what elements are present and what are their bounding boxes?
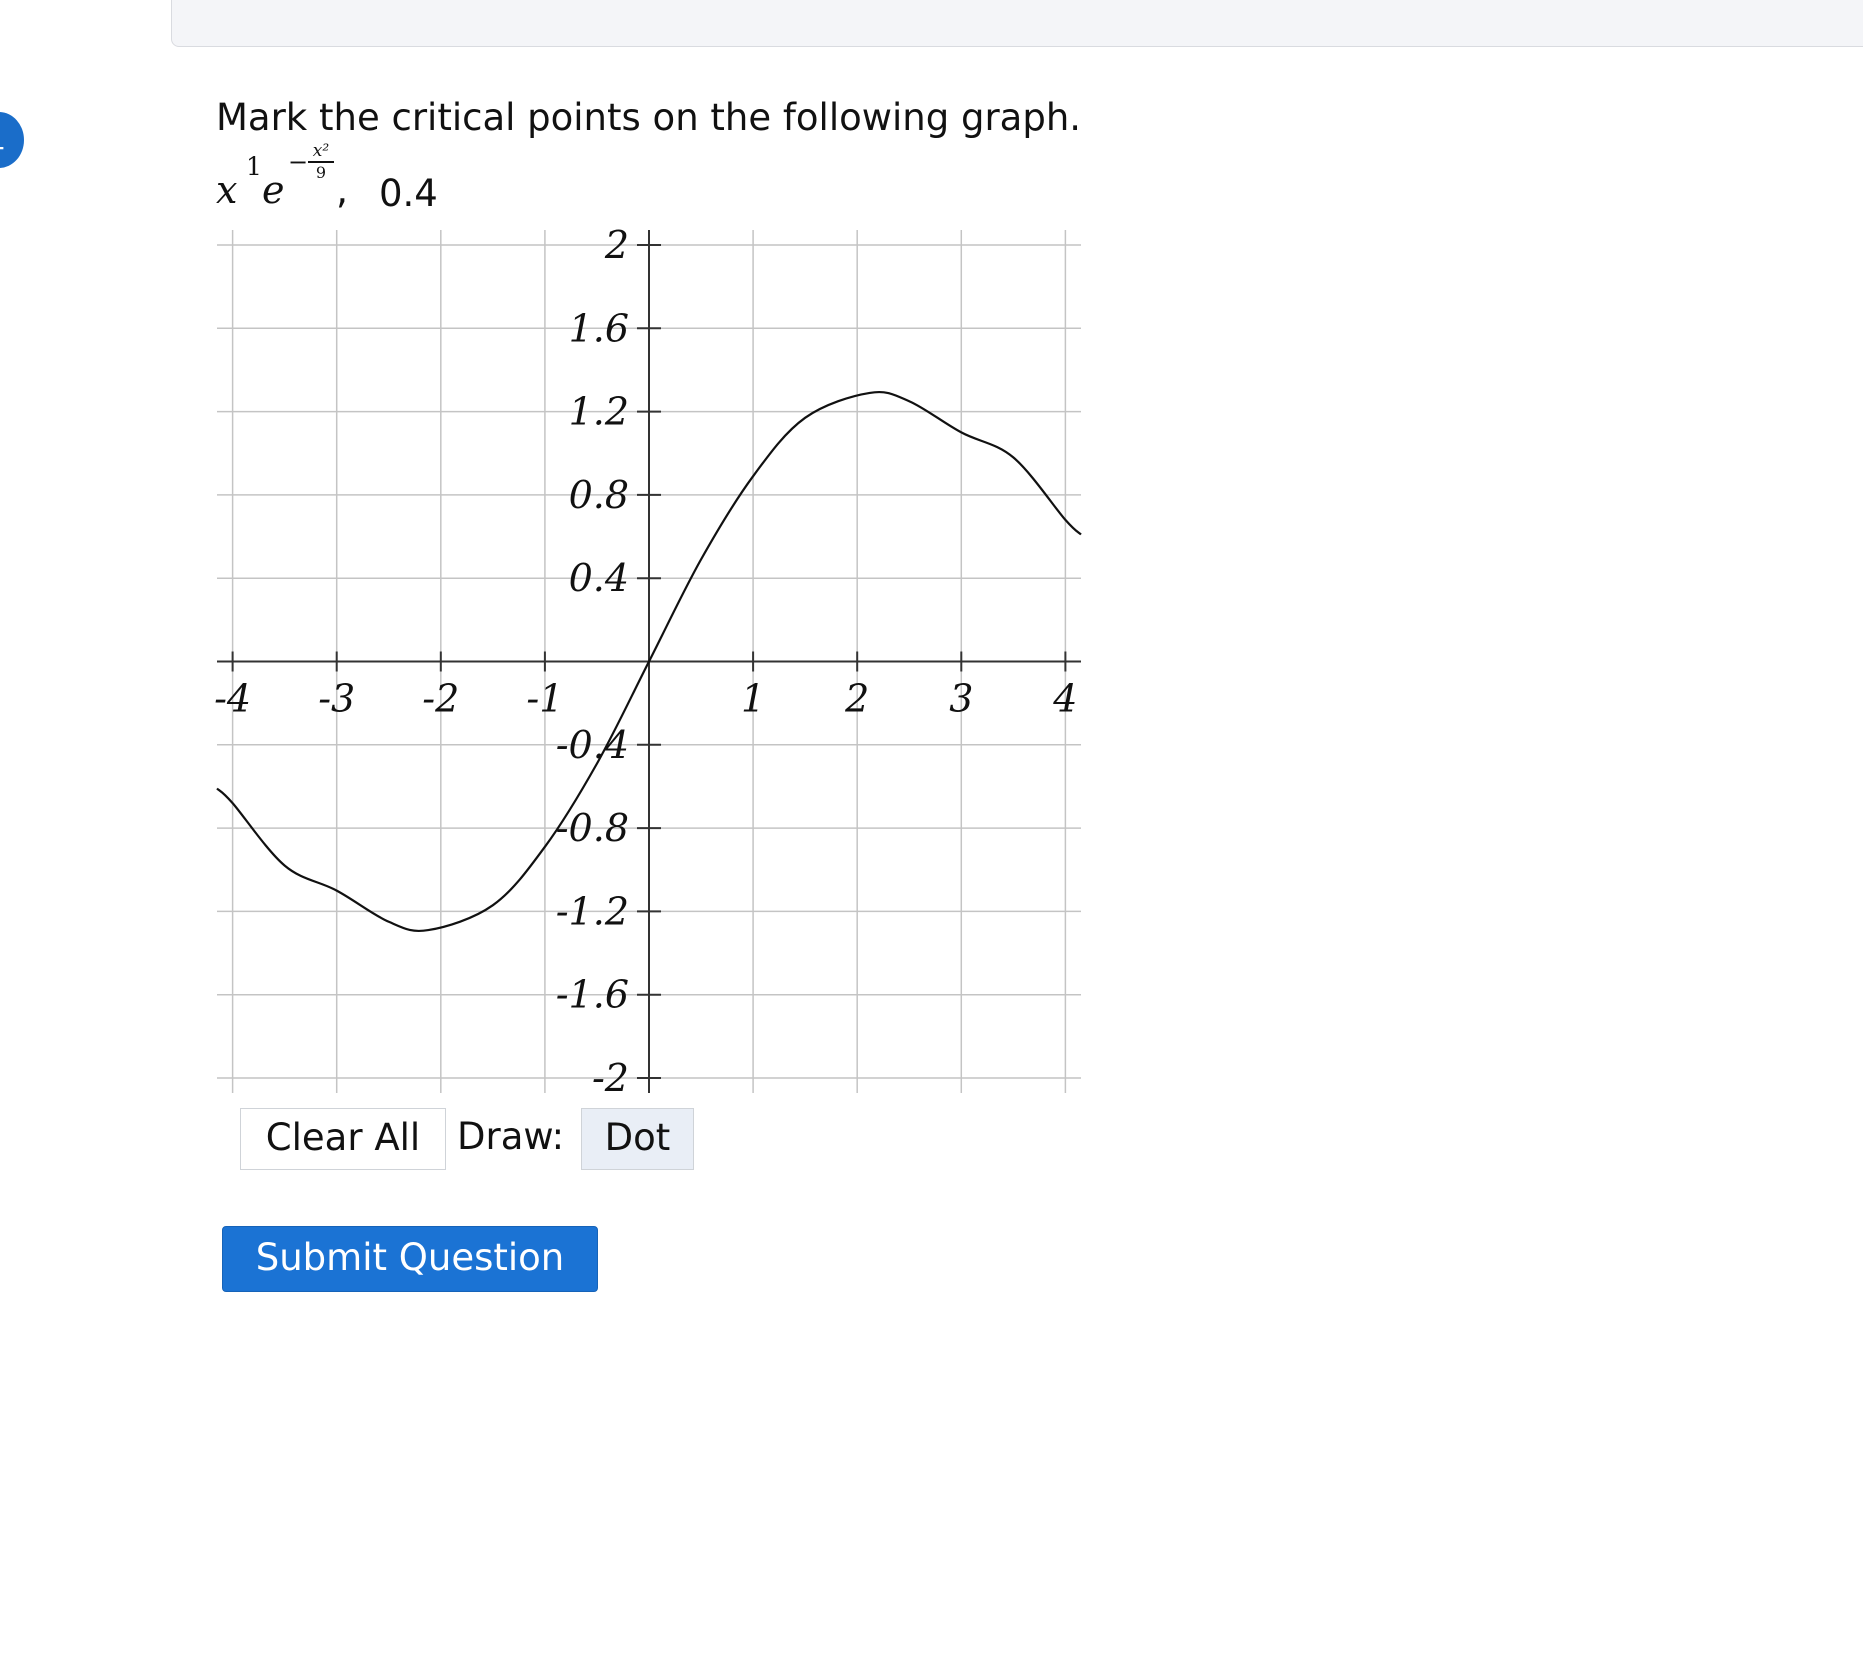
submit-question-button[interactable]: Submit Question: [222, 1226, 598, 1292]
draw-label: Draw:: [457, 1115, 565, 1158]
clear-all-button[interactable]: Clear All: [240, 1108, 446, 1170]
x-tick-label: 4: [1052, 677, 1077, 721]
x-tick-label: 2: [844, 677, 869, 721]
y-tick-label: 1.2: [569, 390, 629, 434]
y-tick-label: 1.6: [569, 306, 629, 350]
y-tick-label: -1.6: [556, 973, 629, 1017]
y-tick-label: 2: [604, 223, 629, 267]
x-tick-label: 3: [949, 677, 973, 721]
x-tick-label: -1: [526, 677, 563, 721]
y-tick-label: -0.4: [556, 723, 629, 767]
dot-tool-button[interactable]: Dot: [581, 1108, 694, 1170]
y-tick-label: -1.2: [556, 889, 629, 933]
x-tick-label: -3: [318, 677, 355, 721]
x-tick-label: -2: [422, 677, 459, 721]
y-tick-label: 0.8: [569, 473, 629, 517]
x-tick-label: -4: [214, 677, 251, 721]
graph-canvas[interactable]: -4 -3 -2 -1 1 2 3 421.61.20.80.4-0.4-0.8-1.2-1.…: [0, 0, 1863, 1671]
x-tick-label: 1: [741, 677, 765, 721]
y-tick-label: -2: [592, 1056, 629, 1100]
y-tick-label: 0.4: [569, 556, 629, 600]
